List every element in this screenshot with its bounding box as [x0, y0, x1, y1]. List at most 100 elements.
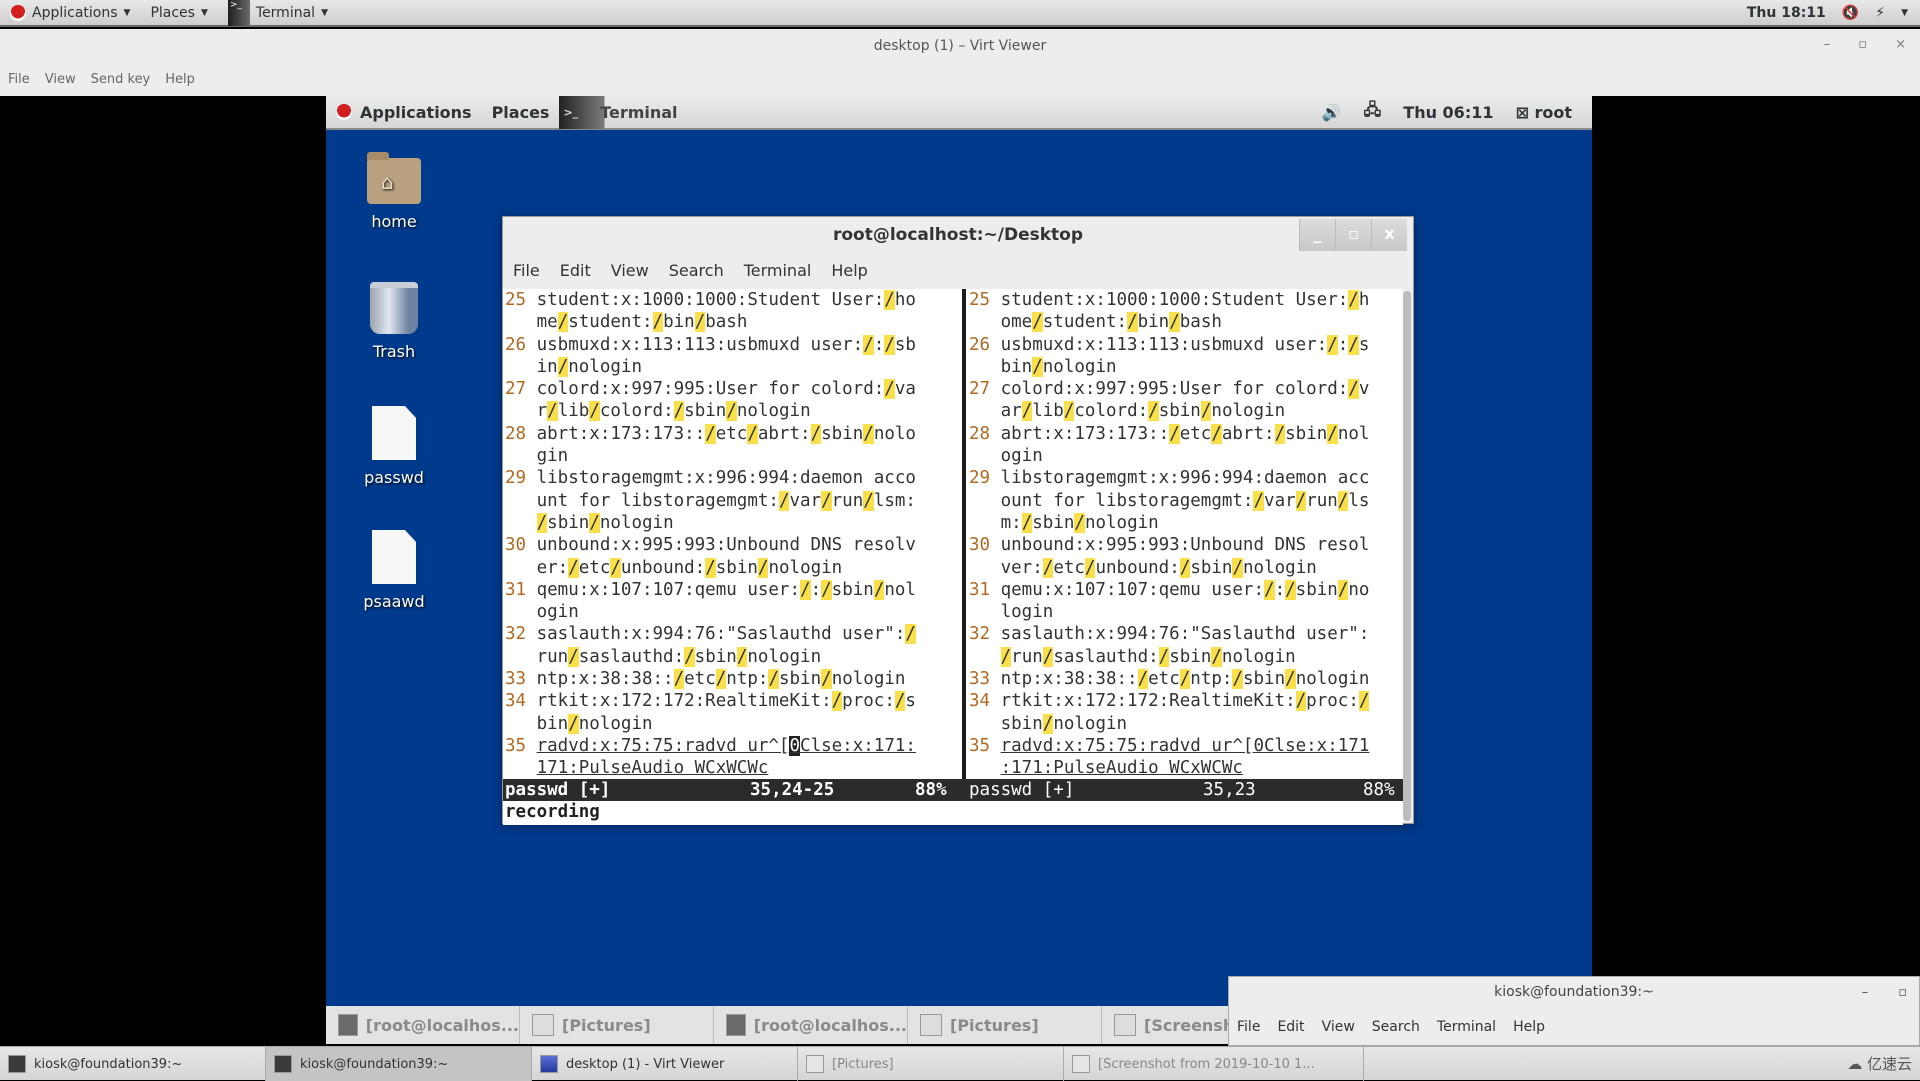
text-segment: lsm: — [873, 490, 916, 511]
text-segment: student:x:1000:1000:Student User: — [536, 290, 885, 310]
maximize-button[interactable]: ▫ — [1858, 37, 1867, 52]
terminal-line: in/nologin — [505, 356, 961, 378]
text-segment: radvd:x:75:75:radvd ur^[ — [536, 735, 790, 756]
battery-icon[interactable]: ⚡ — [1875, 5, 1885, 21]
menu-help[interactable]: Help — [165, 72, 195, 87]
text-segment: nologin — [1053, 713, 1128, 734]
minimize-button[interactable]: – — [1824, 37, 1831, 52]
guest-places-menu[interactable]: Places — [482, 96, 560, 129]
terminal-line: 25 student:x:1000:1000:Student User:/h — [969, 289, 1403, 311]
volume-icon[interactable]: 🔊 — [1322, 103, 1342, 122]
guest-terminal-window[interactable]: root@localhost:~/Desktop _ ▫ x File Edit… — [502, 216, 1414, 825]
close-button[interactable]: x — [1371, 219, 1407, 251]
search-highlight: / — [747, 423, 758, 444]
terminal-scrollbar[interactable] — [1403, 291, 1411, 821]
text-segment: run — [1306, 490, 1338, 511]
host-task-virt-viewer[interactable]: desktop (1) - Virt Viewer — [532, 1047, 798, 1081]
search-highlight: / — [863, 423, 874, 444]
menu-search[interactable]: Search — [669, 261, 724, 280]
search-highlight: / — [1032, 356, 1043, 377]
guest-applications-menu[interactable]: Applications — [326, 96, 482, 129]
menu-view[interactable]: View — [1322, 1019, 1355, 1035]
search-highlight: / — [1137, 669, 1149, 690]
vim-command-line[interactable]: recording — [505, 801, 600, 823]
volume-muted-icon[interactable]: 🔇 — [1842, 5, 1859, 21]
guest-task-terminal[interactable]: [root@localhos... — [714, 1006, 908, 1044]
menu-file[interactable]: File — [1237, 1019, 1260, 1035]
guest-task-pictures[interactable]: [Pictures] — [908, 1006, 1102, 1044]
host-task-pictures[interactable]: [Pictures] — [798, 1047, 1064, 1081]
guest-task-pictures[interactable]: [Pictures] — [520, 1006, 714, 1044]
guest-display[interactable]: Applications Places >_ Terminal 🔊 🖧 Thu … — [326, 96, 1592, 1044]
guest-terminal-menu[interactable]: >_ Terminal — [559, 96, 688, 129]
host-clock[interactable]: Thu 18:11 — [1747, 5, 1826, 21]
text-segment: abrt:x:173:173:: — [1000, 423, 1170, 444]
vim-vertical-split[interactable] — [959, 289, 969, 779]
menu-view[interactable]: View — [611, 261, 649, 280]
line-number: 28 — [969, 423, 1001, 444]
search-highlight: / — [673, 401, 685, 422]
host-places-menu[interactable]: Places ▼ — [140, 0, 217, 26]
text-segment: Clse:x:171: — [800, 735, 916, 756]
host-task-kiosk-terminal-active[interactable]: kiosk@foundation39:~ — [266, 1047, 532, 1081]
task-label: [Pictures] — [562, 1015, 651, 1035]
maximize-button[interactable]: ▫ — [1335, 219, 1371, 251]
menu-terminal[interactable]: Terminal — [744, 261, 812, 280]
line-number — [969, 758, 1001, 778]
host-applications-label: Applications — [32, 4, 118, 21]
terminal-line: 32 saslauth:x:994:76:"Saslauthd user": — [969, 623, 1403, 645]
line-number — [505, 513, 537, 533]
line-number: 26 — [969, 334, 1001, 355]
search-highlight: / — [1063, 401, 1075, 422]
terminal-content[interactable]: 25 student:x:1000:1000:Student User:/ho … — [503, 289, 1403, 825]
menu-send-key[interactable]: Send key — [91, 72, 151, 87]
vim-left-pane[interactable]: 25 student:x:1000:1000:Student User:/ho … — [505, 289, 961, 779]
menu-file[interactable]: File — [8, 72, 30, 87]
search-highlight: / — [884, 290, 895, 310]
text-segment: etc — [715, 423, 748, 444]
virt-viewer-window: desktop (1) – Virt Viewer – ▫ × File Vie… — [0, 29, 1920, 96]
text-segment: sbin — [1242, 669, 1286, 690]
minimize-button[interactable]: _ — [1299, 219, 1335, 251]
host-applications-menu[interactable]: Applications ▼ — [0, 0, 140, 26]
host-task-kiosk-terminal[interactable]: kiosk@foundation39:~ — [0, 1047, 266, 1081]
search-highlight: / — [589, 512, 600, 533]
text-segment: var — [789, 490, 822, 511]
kiosk-terminal-window[interactable]: kiosk@foundation39:~ – ▫ File Edit View … — [1228, 976, 1920, 1046]
line-number — [505, 446, 537, 466]
line-text: ogin — [537, 602, 579, 622]
search-highlight: / — [557, 356, 569, 377]
desktop-icon-psaawd[interactable]: psaawd — [349, 530, 439, 611]
guest-user-menu[interactable]: ⊠ root — [1515, 103, 1572, 122]
menu-help[interactable]: Help — [1513, 1019, 1545, 1035]
guest-task-terminal[interactable]: [root@localhos... — [326, 1006, 520, 1044]
menu-view[interactable]: View — [45, 72, 76, 87]
maximize-button[interactable]: ▫ — [1898, 985, 1907, 1000]
menu-edit[interactable]: Edit — [560, 261, 591, 280]
host-terminal-menu[interactable]: >_ Terminal ▼ — [218, 0, 338, 26]
host-task-screenshot[interactable]: [Screenshot from 2019-10-10 1... — [1064, 1047, 1364, 1081]
terminal-line: r/lib/colord:/sbin/nologin — [505, 400, 961, 422]
desktop-icon-trash[interactable]: Trash — [349, 282, 439, 361]
redhat-logo-icon — [10, 4, 26, 21]
menu-file[interactable]: File — [513, 261, 540, 280]
system-menu-chevron-icon[interactable]: ▼ — [1901, 8, 1908, 18]
guest-clock[interactable]: Thu 06:11 — [1403, 103, 1493, 122]
terminal-line: ount for libstoragemgmt:/var/run/ls — [969, 490, 1403, 512]
terminal-line: 26 usbmuxd:x:113:113:usbmuxd user:/:/s — [969, 334, 1403, 356]
network-disconnected-icon[interactable]: 🖧 — [1363, 99, 1381, 126]
minimize-button[interactable]: – — [1862, 985, 1869, 1000]
search-highlight: / — [1158, 646, 1170, 667]
text-segment: etc — [1053, 557, 1085, 578]
desktop-icon-passwd[interactable]: passwd — [349, 406, 439, 487]
menu-terminal[interactable]: Terminal — [1437, 1019, 1496, 1035]
menu-help[interactable]: Help — [831, 261, 867, 280]
text-segment: : — [873, 334, 885, 355]
text-segment: sbin — [694, 646, 737, 667]
desktop-icon-home[interactable]: ⌂ home — [349, 152, 439, 231]
menu-edit[interactable]: Edit — [1277, 1019, 1304, 1035]
vim-right-pane[interactable]: 25 student:x:1000:1000:Student User:/h o… — [969, 289, 1403, 779]
line-number: 25 — [505, 290, 537, 310]
close-button[interactable]: × — [1895, 37, 1906, 52]
menu-search[interactable]: Search — [1372, 1019, 1420, 1035]
